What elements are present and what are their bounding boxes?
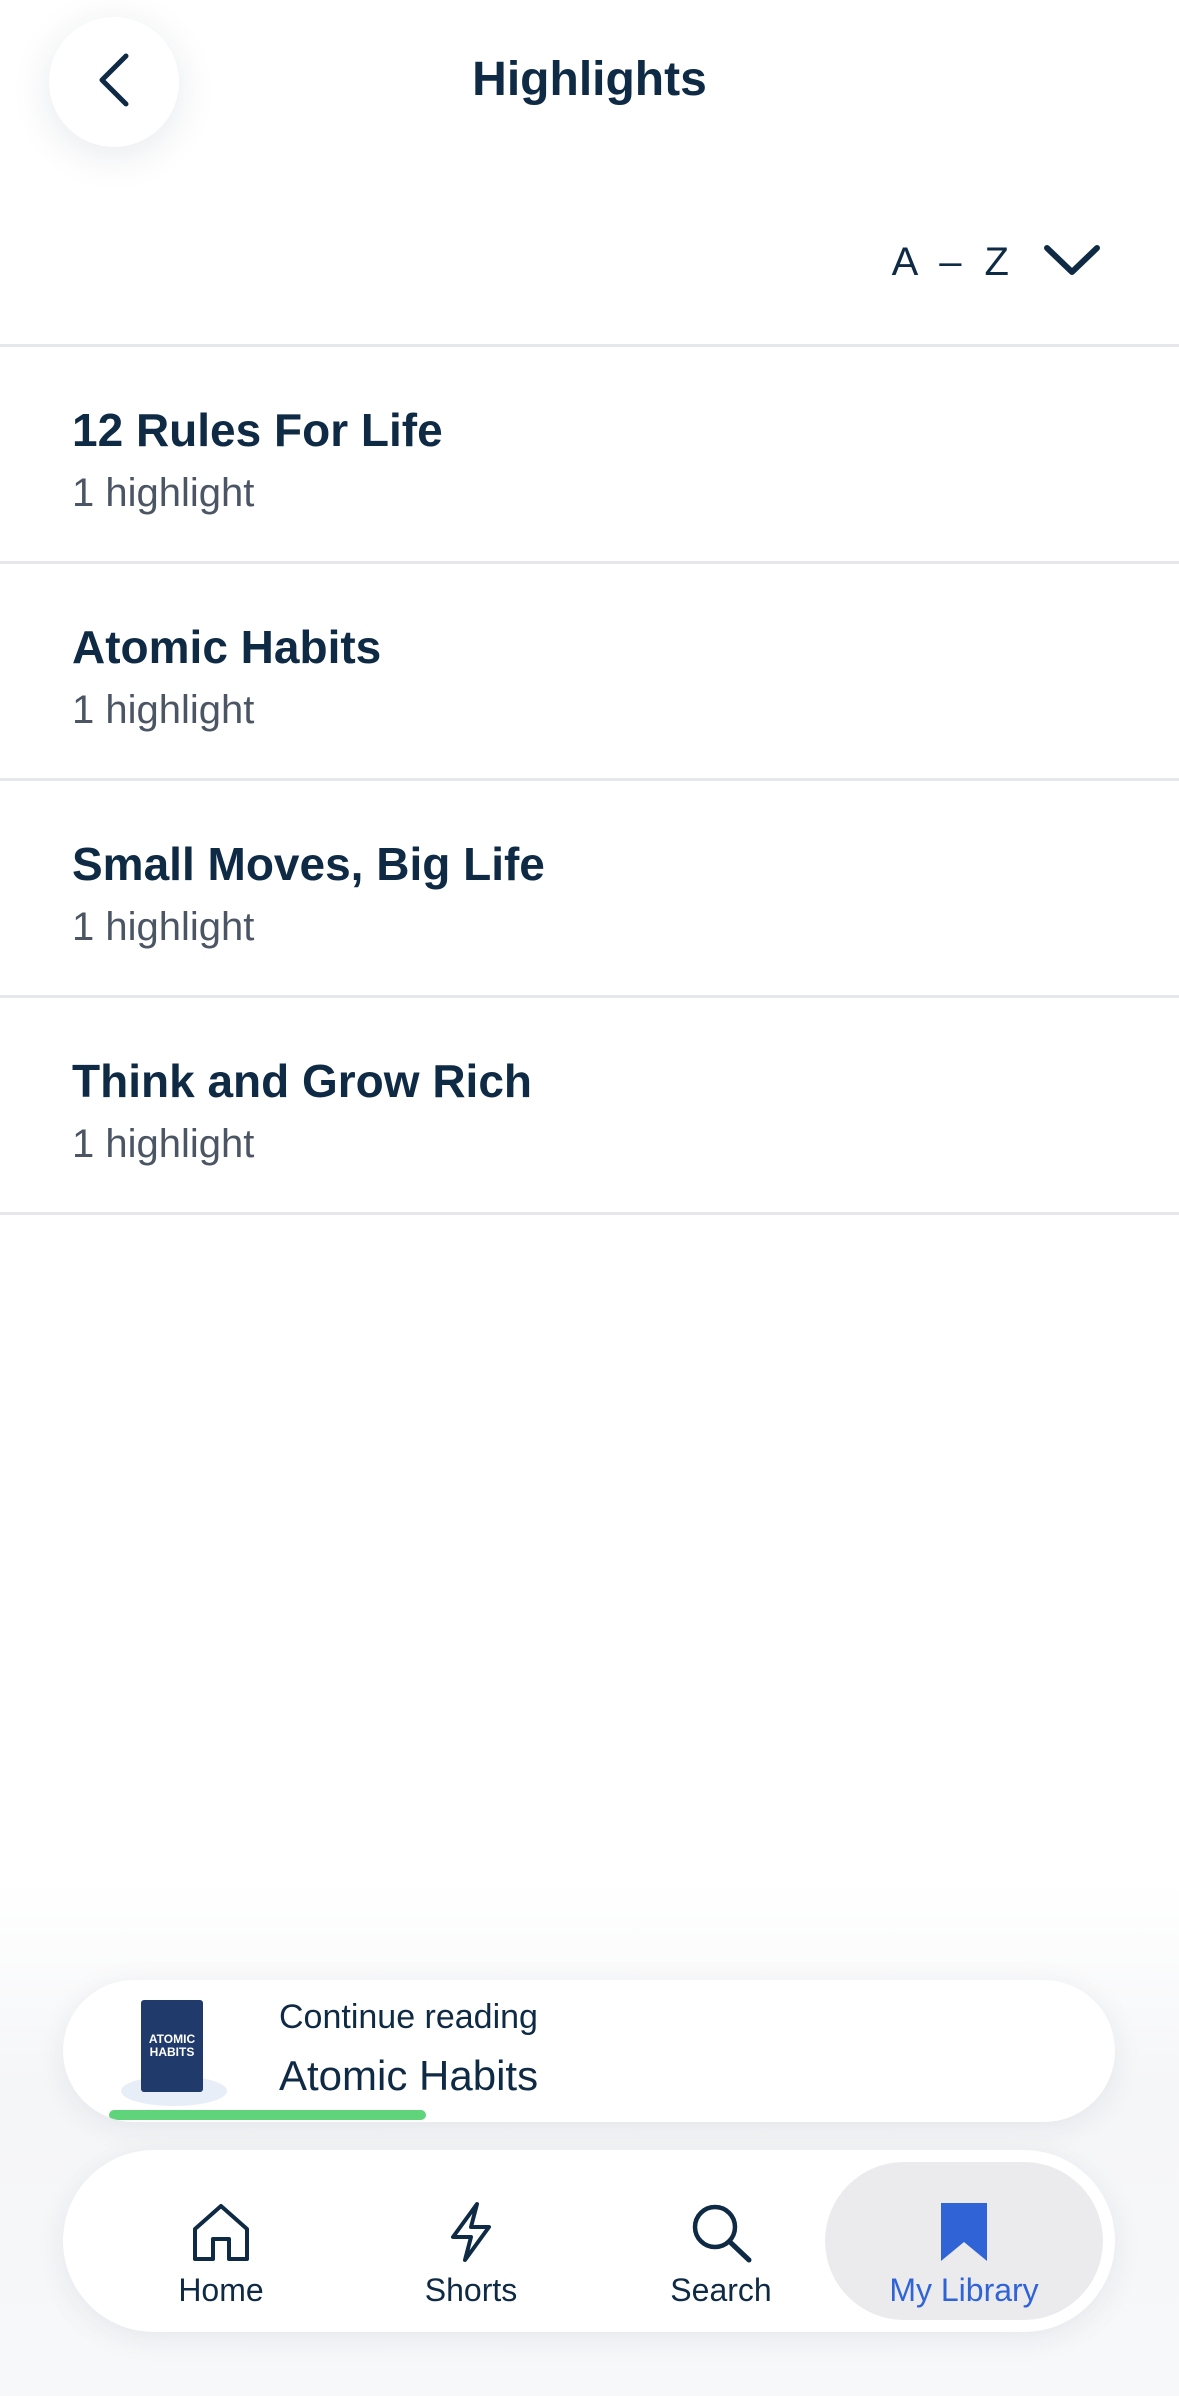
reading-progress-track bbox=[109, 2110, 1069, 2120]
sort-label: A – Z bbox=[891, 240, 1015, 284]
tab-bar: Home Shorts Search My Library bbox=[63, 2150, 1115, 2332]
book-title: Think and Grow Rich bbox=[72, 1055, 533, 1107]
tab-home[interactable]: Home bbox=[97, 2162, 345, 2320]
tab-label: My Library bbox=[889, 2272, 1039, 2308]
reading-progress-bar bbox=[109, 2110, 426, 2120]
sort-dropdown[interactable]: A – Z bbox=[892, 240, 1101, 285]
tab-shorts[interactable]: Shorts bbox=[347, 2162, 595, 2320]
page-title: Highlights bbox=[472, 53, 707, 106]
list-item[interactable]: Atomic Habits 1 highlight bbox=[0, 564, 1179, 781]
tab-label: Shorts bbox=[424, 2272, 518, 2308]
chevron-down-icon bbox=[1043, 242, 1101, 283]
list-item[interactable]: Small Moves, Big Life 1 highlight bbox=[0, 781, 1179, 998]
tab-search[interactable]: Search bbox=[597, 2162, 845, 2320]
tab-label: Home bbox=[178, 2272, 264, 2308]
book-cover: ATOMIC HABITS bbox=[141, 2000, 203, 2092]
book-title: Atomic Habits bbox=[72, 621, 382, 673]
list-item[interactable]: Think and Grow Rich 1 highlight bbox=[0, 998, 1179, 1215]
highlights-list: 12 Rules For Life 1 highlight Atomic Hab… bbox=[0, 344, 1179, 1215]
bookmark-icon bbox=[939, 2200, 989, 2264]
continue-reading-book-title: Atomic Habits bbox=[279, 2052, 539, 2099]
tab-label: Search bbox=[670, 2272, 772, 2308]
book-title: Small Moves, Big Life bbox=[72, 838, 545, 890]
search-icon bbox=[689, 2200, 753, 2264]
lightning-icon bbox=[447, 2200, 495, 2264]
book-title: 12 Rules For Life bbox=[72, 404, 443, 456]
highlight-count: 1 highlight bbox=[72, 688, 255, 732]
tab-my-library[interactable]: My Library bbox=[825, 2162, 1103, 2320]
cover-title: ATOMIC HABITS bbox=[148, 2032, 196, 2059]
list-item[interactable]: 12 Rules For Life 1 highlight bbox=[0, 347, 1179, 564]
highlight-count: 1 highlight bbox=[72, 905, 255, 949]
continue-reading-label: Continue reading bbox=[279, 1998, 538, 2036]
home-icon bbox=[189, 2200, 253, 2264]
continue-reading-card[interactable]: ATOMIC HABITS Continue reading Atomic Ha… bbox=[63, 1980, 1115, 2122]
highlight-count: 1 highlight bbox=[72, 1122, 255, 1166]
highlight-count: 1 highlight bbox=[72, 471, 255, 515]
